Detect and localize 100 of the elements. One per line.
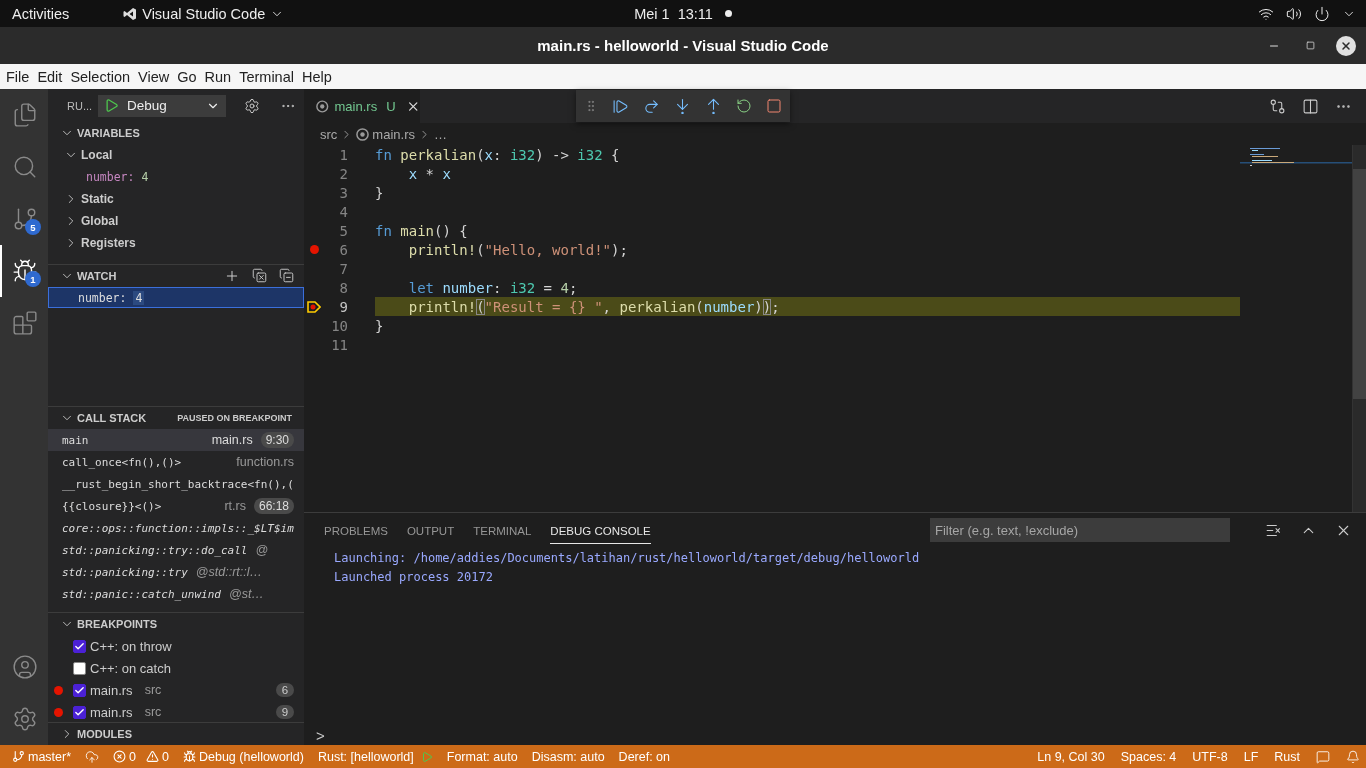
status-item[interactable]: Deref: on xyxy=(618,749,671,764)
app-menu[interactable]: Visual Studio Code xyxy=(142,5,266,22)
breadcrumb-item[interactable]: src xyxy=(320,126,338,142)
section-title[interactable]: VARIABLES xyxy=(77,127,140,139)
panel-tab[interactable]: TERMINAL xyxy=(473,516,532,544)
stack-frame[interactable]: core::ops::function::impls::_$LT$im xyxy=(48,517,304,539)
status-item[interactable]: Spaces: 4 xyxy=(1120,749,1177,764)
problems-status[interactable]: 0 0 xyxy=(113,749,169,764)
count-badge: 5 xyxy=(25,219,41,235)
stop-icon[interactable] xyxy=(766,98,782,114)
stack-frame[interactable]: call_once<fn(),()> function.rs xyxy=(48,451,304,473)
bell-icon[interactable] xyxy=(1346,749,1360,764)
close-button[interactable] xyxy=(1336,35,1356,56)
activity-tab[interactable]: 5 xyxy=(0,193,48,245)
scope-label[interactable]: Static xyxy=(81,192,114,206)
line-number: 1 xyxy=(338,146,348,163)
debug-status[interactable]: Debug (helloworld) xyxy=(183,749,304,764)
add-icon[interactable] xyxy=(224,268,240,284)
checkbox[interactable] xyxy=(73,683,86,697)
watch-item[interactable]: number: 4 xyxy=(48,287,304,308)
line-number: 4 xyxy=(338,203,348,220)
count-badge: 1 xyxy=(25,271,41,287)
activities-button[interactable]: Activities xyxy=(12,5,70,22)
menu-item[interactable]: Help xyxy=(297,68,336,85)
scope-label[interactable]: Registers xyxy=(81,236,136,250)
breakpoint-dot xyxy=(54,707,63,717)
stack-frame[interactable]: std::panic::catch_unwind @st… xyxy=(48,583,304,605)
warning-count: 0 xyxy=(162,749,169,764)
line-badge: 6 xyxy=(276,683,294,697)
stack-frame[interactable]: __rust_begin_short_backtrace<fn(),( xyxy=(48,473,304,495)
bug-icon xyxy=(183,750,196,763)
branch-status[interactable]: master* xyxy=(12,749,72,764)
stack-frame[interactable]: {{closure}}<()> rt.rs 66:18 xyxy=(48,495,304,517)
compare-icon[interactable] xyxy=(1269,97,1286,115)
menu-item[interactable]: Terminal xyxy=(235,68,298,85)
menu-item[interactable]: View xyxy=(134,68,174,85)
checkbox[interactable] xyxy=(73,639,86,653)
continue-icon[interactable] xyxy=(612,97,629,115)
breakpoint-label: C++: on throw xyxy=(90,638,172,654)
power-icon[interactable] xyxy=(1314,5,1330,22)
checkbox[interactable] xyxy=(73,661,86,675)
section-title[interactable]: CALL STACK xyxy=(77,412,147,424)
section-title[interactable]: WATCH xyxy=(77,270,117,282)
menu-item[interactable]: File xyxy=(2,68,34,85)
section-title[interactable]: MODULES xyxy=(77,728,132,740)
panel-tab[interactable]: OUTPUT xyxy=(406,516,455,544)
status-item[interactable]: LF xyxy=(1243,749,1259,764)
remove-all-icon[interactable] xyxy=(252,268,267,283)
breakpoint-path: src xyxy=(144,683,162,697)
section-title[interactable]: BREAKPOINTS xyxy=(77,618,158,630)
menu-item[interactable]: Selection xyxy=(66,68,135,85)
restart-icon[interactable] xyxy=(736,98,752,114)
scope-label[interactable]: Local xyxy=(81,148,113,162)
menu-item[interactable]: Edit xyxy=(33,68,67,85)
panel-tab[interactable]: DEBUG CONSOLE xyxy=(550,516,651,544)
breakpoint-dot[interactable] xyxy=(309,245,319,254)
split-editor-icon[interactable] xyxy=(1302,97,1319,115)
panel-tab[interactable]: PROBLEMS xyxy=(324,516,388,544)
config-dropdown[interactable]: Debug xyxy=(98,94,227,117)
scrollbar-thumb[interactable] xyxy=(1353,169,1366,399)
breadcrumb-item[interactable]: … xyxy=(433,126,447,142)
clock[interactable]: Mei 1 13:11 xyxy=(634,5,713,22)
play-icon xyxy=(104,98,120,113)
status-item[interactable]: Ln 9, Col 30 xyxy=(1037,749,1105,764)
breakpoint-label: main.rs xyxy=(90,704,133,720)
settings-icon[interactable] xyxy=(244,97,261,114)
volume-icon[interactable] xyxy=(1286,5,1302,22)
variable-item[interactable]: number: 4 xyxy=(86,170,149,184)
editor-tab[interactable]: main.rs U xyxy=(304,89,420,123)
step-over-icon[interactable] xyxy=(643,97,660,115)
sync-icon[interactable] xyxy=(85,749,100,764)
scope-label[interactable]: Global xyxy=(81,214,119,228)
code-line: println!("Hello, world!"); xyxy=(407,240,629,259)
line-number: 5 xyxy=(338,222,348,239)
paused-status: PAUSED ON BREAKPOINT xyxy=(177,413,292,423)
breakpoint-label: main.rs xyxy=(90,682,133,698)
menu-item[interactable]: Run xyxy=(200,68,236,85)
run-status[interactable]: Rust: [helloworld] xyxy=(317,749,433,764)
step-into-icon[interactable] xyxy=(674,97,691,115)
status-item[interactable]: Rust xyxy=(1274,749,1300,764)
console-prompt[interactable]: > xyxy=(316,727,325,745)
checkbox[interactable] xyxy=(73,705,86,719)
collapse-all-icon[interactable] xyxy=(279,268,294,283)
sidebar-title: RU... xyxy=(67,99,93,112)
stack-frame[interactable]: std::panicking::try @std::rt::l… xyxy=(48,561,304,583)
menu-item[interactable]: Go xyxy=(173,68,201,85)
status-item[interactable]: Disasm: auto xyxy=(531,749,605,764)
stack-frame[interactable]: std::panicking::try::do_call @ xyxy=(48,539,304,561)
close-icon xyxy=(1340,39,1352,52)
status-item[interactable]: Format: auto xyxy=(446,749,518,764)
search-icon xyxy=(12,154,38,180)
settings-icon[interactable] xyxy=(12,706,38,732)
filter-field[interactable]: Filter (e.g. text, !exclude) xyxy=(930,518,1230,542)
status-item[interactable]: UTF-8 xyxy=(1192,749,1228,764)
breakpoint-label: C++: on catch xyxy=(90,660,171,676)
accounts-icon[interactable] xyxy=(12,654,38,680)
breadcrumb-item[interactable]: main.rs xyxy=(372,126,415,142)
stack-frame[interactable]: main main.rs 9:30 xyxy=(48,429,304,451)
step-out-icon[interactable] xyxy=(705,97,722,115)
breakpoint-dot xyxy=(54,685,63,695)
